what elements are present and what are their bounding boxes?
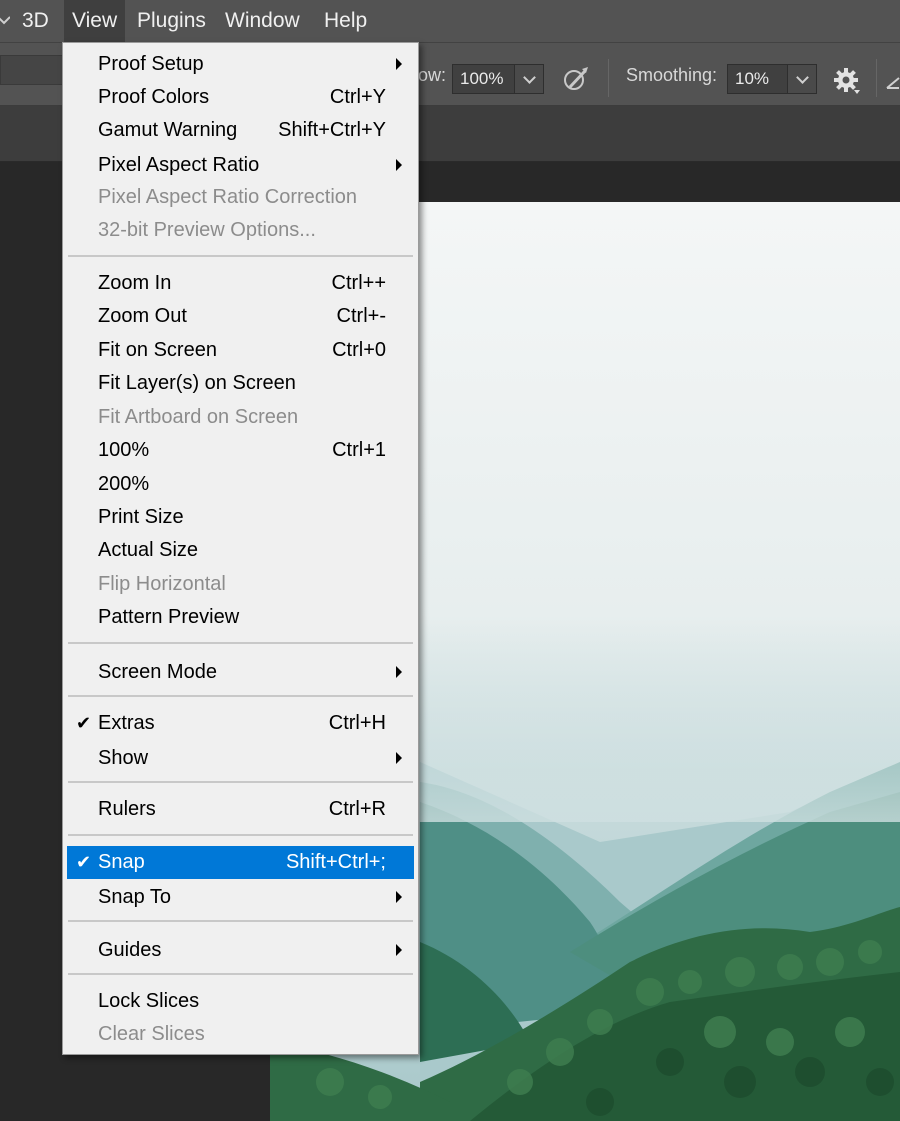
check-icon: ✔ bbox=[76, 713, 92, 733]
menu-item-print-size[interactable]: Print Size bbox=[67, 501, 414, 534]
menu-item-label: Screen Mode bbox=[98, 661, 217, 683]
menu-item-label: Guides bbox=[98, 939, 162, 961]
menu-item-flip-horizontal: Flip Horizontal bbox=[67, 568, 414, 601]
menu-item-gamut-warning[interactable]: Gamut Warning Shift+Ctrl+Y bbox=[67, 114, 414, 147]
angle-icon[interactable] bbox=[885, 66, 900, 96]
menu-item-shortcut: Shift+Ctrl+; bbox=[285, 851, 386, 873]
menu-item-32-bit-preview-options: 32-bit Preview Options... bbox=[67, 214, 414, 247]
menu-item-label: Fit Layer(s) on Screen bbox=[98, 372, 296, 394]
gear-icon[interactable] bbox=[832, 66, 862, 96]
options-divider bbox=[608, 59, 609, 97]
menu-item-actual-size[interactable]: Actual Size bbox=[67, 534, 414, 567]
flow-dropdown[interactable] bbox=[514, 64, 544, 94]
menu-item-200-percent[interactable]: 200% bbox=[67, 468, 414, 501]
menu-item-snap[interactable]: ✔ Snap Shift+Ctrl+; bbox=[67, 846, 414, 879]
menu-item-label: Fit Artboard on Screen bbox=[98, 406, 299, 428]
menu-view[interactable]: View bbox=[64, 0, 126, 42]
menu-item-pattern-preview[interactable]: Pattern Preview bbox=[67, 601, 414, 634]
menu-separator bbox=[68, 255, 413, 257]
menubar: 3D View Plugins Window Help bbox=[0, 0, 900, 42]
menu-item-snap-to[interactable]: Snap To bbox=[67, 881, 414, 914]
menu-window[interactable]: Window bbox=[217, 0, 308, 42]
menu-item-pixel-aspect-ratio[interactable]: Pixel Aspect Ratio bbox=[67, 149, 414, 182]
menu-help[interactable]: Help bbox=[316, 0, 375, 42]
menu-item-fit-artboard-on-screen: Fit Artboard on Screen bbox=[67, 401, 414, 434]
menu-item-pixel-aspect-ratio-correction: Pixel Aspect Ratio Correction bbox=[67, 181, 414, 214]
menu-separator bbox=[68, 973, 413, 975]
menu-item-zoom-out[interactable]: Zoom Out Ctrl+- bbox=[67, 300, 414, 333]
menu-item-label: Gamut Warning bbox=[98, 119, 238, 141]
smoothing-input[interactable]: 10% bbox=[727, 64, 793, 94]
menu-item-zoom-in[interactable]: Zoom In Ctrl++ bbox=[67, 267, 414, 300]
smoothing-label: Smoothing: bbox=[626, 65, 718, 85]
menu-separator bbox=[68, 834, 413, 836]
menu-item-label: Lock Slices bbox=[98, 990, 200, 1012]
menu-item-shortcut: Ctrl+R bbox=[328, 798, 386, 820]
view-menu-dropdown: Proof Setup Proof Colors Ctrl+Y Gamut Wa… bbox=[62, 42, 419, 1055]
menu-item-label: Zoom Out bbox=[98, 305, 187, 327]
menu-item-rulers[interactable]: Rulers Ctrl+R bbox=[67, 793, 414, 826]
menu-item-label: Snap To bbox=[98, 886, 172, 908]
menu-separator bbox=[68, 920, 413, 922]
chevron-right-icon bbox=[396, 666, 402, 678]
menu-item-shortcut: Ctrl+1 bbox=[332, 439, 386, 461]
menu-item-fit-on-screen[interactable]: Fit on Screen Ctrl+0 bbox=[67, 334, 414, 367]
menu-item-shortcut: Ctrl+- bbox=[336, 305, 386, 327]
menu-item-label: Clear Slices bbox=[98, 1023, 205, 1045]
menu-plugins[interactable]: Plugins bbox=[129, 0, 214, 42]
menu-item-label: Pixel Aspect Ratio Correction bbox=[98, 186, 358, 208]
menu-item-shortcut: Ctrl+0 bbox=[332, 339, 386, 361]
chevron-right-icon bbox=[396, 944, 402, 956]
tool-preset-picker[interactable] bbox=[0, 55, 70, 85]
check-icon: ✔ bbox=[76, 852, 92, 872]
menu-separator bbox=[68, 642, 413, 644]
menu-item-label: Show bbox=[98, 747, 149, 769]
chevron-right-icon bbox=[396, 752, 402, 764]
menu-item-label: 200% bbox=[98, 473, 150, 495]
menu-item-proof-colors[interactable]: Proof Colors Ctrl+Y bbox=[67, 81, 414, 114]
menu-3d[interactable]: 3D bbox=[14, 0, 57, 42]
menu-item-label: Flip Horizontal bbox=[98, 573, 226, 595]
options-divider bbox=[876, 59, 877, 97]
menu-item-label: 32-bit Preview Options... bbox=[98, 219, 316, 241]
menu-item-shortcut: Ctrl+H bbox=[328, 712, 386, 734]
menu-item-label: Proof Setup bbox=[98, 53, 204, 75]
menu-item-100-percent[interactable]: 100% Ctrl+1 bbox=[67, 434, 414, 467]
menu-item-shortcut: Ctrl++ bbox=[331, 272, 386, 294]
menu-separator bbox=[68, 781, 413, 783]
menu-item-label: Pattern Preview bbox=[98, 606, 240, 628]
menubar-overflow-chevron-icon[interactable] bbox=[0, 0, 11, 42]
menu-item-proof-setup[interactable]: Proof Setup bbox=[67, 48, 414, 81]
menu-item-label: 100% bbox=[98, 439, 150, 461]
menu-item-label: Rulers bbox=[98, 798, 156, 820]
menu-item-label: Pixel Aspect Ratio bbox=[98, 154, 260, 176]
menu-item-label: Actual Size bbox=[98, 539, 199, 561]
menu-item-label: Proof Colors bbox=[98, 86, 210, 108]
menu-item-extras[interactable]: ✔ Extras Ctrl+H bbox=[67, 707, 414, 740]
menu-separator bbox=[68, 695, 413, 697]
menu-item-show[interactable]: Show bbox=[67, 742, 414, 775]
flow-input[interactable]: 100% bbox=[452, 64, 520, 94]
menu-item-fit-layers-on-screen[interactable]: Fit Layer(s) on Screen bbox=[67, 367, 414, 400]
menu-item-label: Extras bbox=[98, 712, 155, 734]
menu-item-label: Print Size bbox=[98, 506, 184, 528]
chevron-right-icon bbox=[396, 58, 402, 70]
smoothing-dropdown[interactable] bbox=[787, 64, 817, 94]
flow-label: ow: bbox=[418, 65, 447, 85]
menu-item-clear-slices: Clear Slices bbox=[67, 1018, 414, 1051]
menu-item-screen-mode[interactable]: Screen Mode bbox=[67, 656, 414, 689]
menu-item-shortcut: Ctrl+Y bbox=[329, 86, 386, 108]
menu-item-lock-slices[interactable]: Lock Slices bbox=[67, 985, 414, 1018]
menu-item-label: Snap bbox=[98, 851, 145, 873]
menu-item-shortcut: Shift+Ctrl+Y bbox=[278, 119, 386, 141]
brush-pressure-icon[interactable] bbox=[560, 63, 592, 95]
chevron-right-icon bbox=[396, 159, 402, 171]
menu-item-label: Zoom In bbox=[98, 272, 172, 294]
menu-item-label: Fit on Screen bbox=[98, 339, 217, 361]
chevron-right-icon bbox=[396, 891, 402, 903]
menu-item-guides[interactable]: Guides bbox=[67, 934, 414, 967]
